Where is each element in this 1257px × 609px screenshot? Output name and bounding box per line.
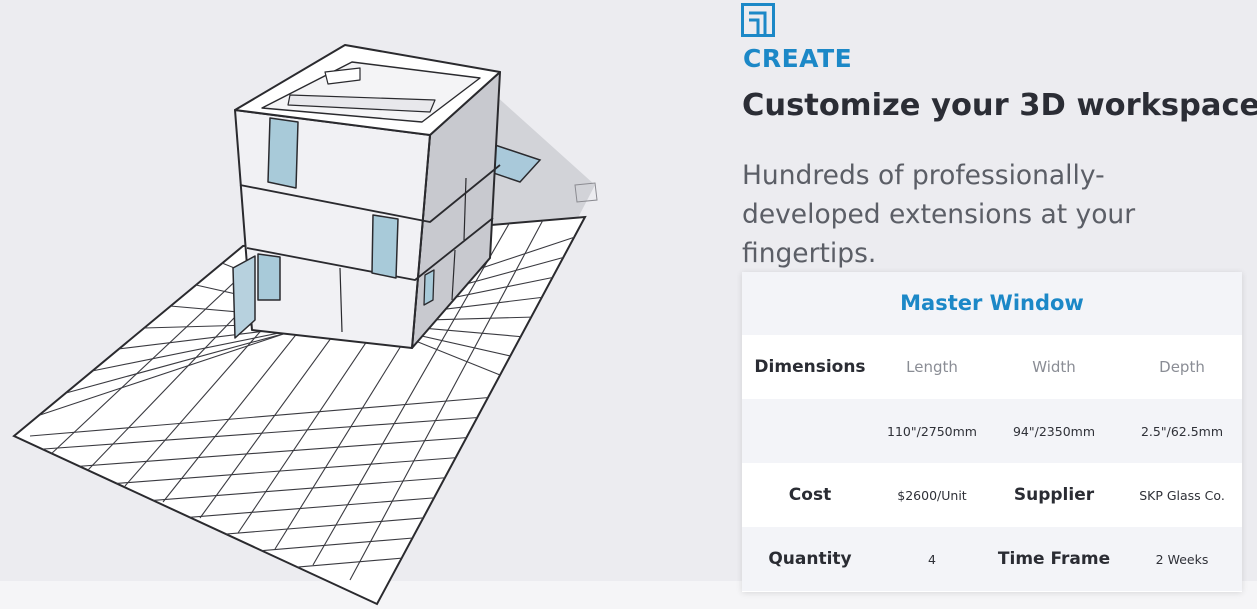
cost-supplier-row: Cost $2600/Unit Supplier SKP Glass Co. [742,463,1242,527]
section-eyebrow: CREATE [743,44,853,73]
depth-header: Depth [1159,358,1205,376]
section-subtext: Hundreds of professionally-developed ext… [742,160,1136,269]
section-headline: Customize your 3D workspace [742,88,1257,123]
quantity-value: 4 [928,551,936,567]
spec-card-title: Master Window [742,272,1242,335]
length-value: 110"/2750mm [887,423,977,439]
dimensions-header-row: Dimensions Length Width Depth [742,335,1242,399]
length-header: Length [906,358,958,376]
cost-label: Cost [788,485,832,505]
create-icon [741,3,775,37]
quantity-timeframe-row: Quantity 4 Time Frame 2 Weeks [742,527,1242,591]
width-value: 94"/2350mm [1012,423,1096,439]
time-frame-value: 2 Weeks [1155,551,1209,567]
dimensions-values-row: 110"/2750mm 94"/2350mm 2.5"/62.5mm [742,399,1242,463]
supplier-value: SKP Glass Co. [1139,487,1225,503]
width-header: Width [1032,358,1076,376]
cost-value: $2600/Unit [897,487,967,503]
depth-value: 2.5"/62.5mm [1140,423,1224,439]
model-view [0,0,720,609]
supplier-label: Supplier [1013,485,1095,505]
time-frame-label: Time Frame [997,549,1111,569]
spec-card: Master Window Dimensions Length Width De… [742,272,1242,592]
dimensions-label: Dimensions [754,357,866,377]
house-model-illustration [12,44,598,606]
quantity-label: Quantity [768,549,852,569]
